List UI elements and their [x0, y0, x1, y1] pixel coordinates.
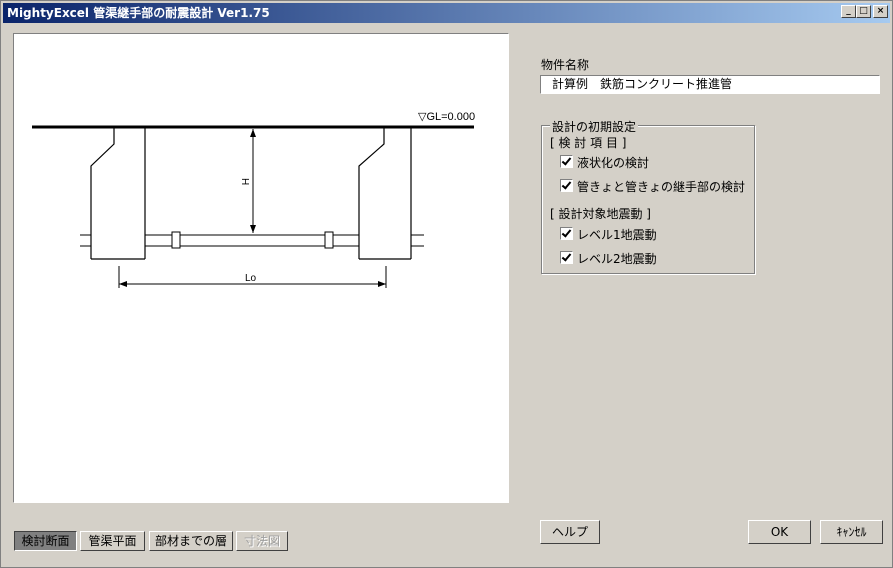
tab-plan-view[interactable]: 管渠平面 [80, 531, 145, 551]
h-arrow-top [250, 129, 256, 137]
level2-checkbox[interactable] [560, 251, 573, 264]
h-label: H [239, 178, 250, 185]
h-arrow-bottom [250, 225, 256, 233]
left-manhole-left-wall [90, 128, 115, 259]
lo-label: Lo [245, 273, 257, 284]
title-bar[interactable]: MightyExcel 管渠継手部の耐震設計 Ver1.75 [3, 3, 890, 23]
level1-label[interactable]: レベル1地震動 [577, 226, 657, 243]
close-button[interactable]: × [873, 5, 888, 18]
maximize-button[interactable]: □ [856, 5, 871, 18]
property-name-label: 物件名称 [541, 58, 590, 72]
section-check-items: [ 検 討 項 目 ] [550, 136, 627, 150]
gl-label: ▽GL=0.000 [418, 111, 475, 123]
window-title: MightyExcel 管渠継手部の耐震設計 Ver1.75 [7, 6, 270, 20]
pipe-joint-left [171, 231, 181, 249]
initial-settings-title: 設計の初期設定 [550, 118, 639, 135]
section-earthquake: [ 設計対象地震動 ] [550, 207, 651, 221]
right-manhole-left-wall [358, 128, 385, 259]
tab-section-view[interactable]: 検討断面 [14, 531, 77, 551]
liquefaction-label[interactable]: 液状化の検討 [577, 154, 649, 171]
tab-layer-view[interactable]: 部材までの層 [149, 531, 233, 551]
cancel-button[interactable]: ｷｬﾝｾﾙ [820, 520, 883, 544]
property-name-input[interactable]: 計算例 鉄筋コンクリート推進管 [540, 75, 880, 94]
drawing-canvas: ▽GL=0.000 H Lo [13, 33, 509, 503]
help-button[interactable]: ヘルプ [540, 520, 600, 544]
minimize-button[interactable]: _ [841, 5, 856, 18]
level2-label[interactable]: レベル2地震動 [577, 250, 657, 267]
lo-arrow-left [119, 281, 127, 287]
tab-dimension-view[interactable]: 寸法図 [236, 531, 288, 551]
pipe-joint-right [324, 231, 334, 249]
liquefaction-checkbox[interactable] [560, 155, 573, 168]
pipe-joint-label[interactable]: 管きょと管きょの継手部の検討 [577, 178, 745, 195]
cross-section-drawing: ▽GL=0.000 H Lo [32, 111, 475, 288]
ok-button[interactable]: OK [748, 520, 811, 544]
pipe-joint-checkbox[interactable] [560, 179, 573, 192]
lo-arrow-right [378, 281, 386, 287]
main-window: MightyExcel 管渠継手部の耐震設計 Ver1.75 _ □ × ▽GL… [0, 0, 893, 568]
level1-checkbox[interactable] [560, 227, 573, 240]
